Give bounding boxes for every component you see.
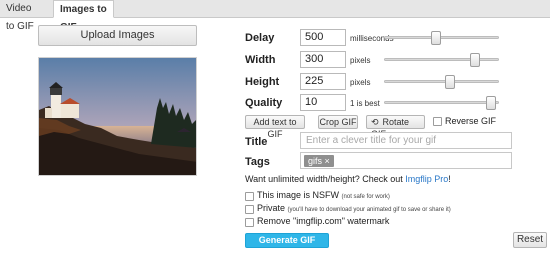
reverse-gif-label: Reverse GIF [445, 116, 497, 126]
slider-track [384, 58, 499, 61]
nsfw-option: This image is NSFW (not safe for work) [257, 190, 390, 200]
height-slider[interactable] [384, 75, 499, 89]
height-unit: pixels [350, 78, 371, 87]
quality-label: Quality [245, 97, 283, 109]
private-checkbox[interactable] [245, 205, 254, 214]
tag-chip[interactable]: gifs × [304, 155, 334, 167]
delay-label: Delay [245, 32, 275, 44]
private-label: Private [257, 203, 286, 213]
slider-thumb[interactable] [486, 96, 496, 110]
slider-track [384, 36, 499, 39]
height-input[interactable]: 225 [300, 73, 346, 90]
height-label: Height [245, 76, 280, 88]
reverse-gif-checkbox[interactable] [433, 117, 442, 126]
tags-input[interactable]: gifs × [300, 152, 512, 169]
crop-gif-button[interactable]: Crop GIF [318, 115, 358, 129]
image-preview [38, 57, 197, 176]
tags-label: Tags [245, 156, 270, 168]
promo-message: Want unlimited width/height? Check out [245, 174, 403, 184]
imgflip-pro-link[interactable]: Imgflip Pro [405, 174, 448, 184]
width-label: Width [245, 54, 276, 66]
slider-track [384, 101, 499, 104]
upload-images-button[interactable]: Upload Images [38, 25, 197, 46]
nsfw-checkbox[interactable] [245, 192, 254, 201]
quality-slider[interactable] [384, 96, 499, 110]
tab-video-to-gif[interactable]: Video to GIF [0, 0, 48, 32]
watermark-checkbox[interactable] [245, 218, 254, 227]
slider-track [384, 80, 499, 83]
nsfw-label: This image is NSFW [257, 190, 340, 200]
private-option: Private (you'll have to download your an… [257, 203, 451, 213]
promo-text: Want unlimited width/height? Check out I… [245, 174, 451, 184]
rotate-icon: ⟲ [371, 117, 379, 127]
promo-suffix: ! [448, 174, 451, 184]
delay-slider[interactable] [384, 31, 499, 45]
width-input[interactable]: 300 [300, 51, 346, 68]
tab-bar: Video to GIF Images to GIF [0, 0, 550, 33]
slider-thumb[interactable] [470, 53, 480, 67]
tab-images-to-gif[interactable]: Images to GIF [53, 0, 114, 33]
title-input[interactable]: Enter a clever title for your gif [300, 132, 512, 149]
nsfw-note: (not safe for work) [341, 194, 390, 200]
lighthouse-image [39, 58, 196, 175]
slider-thumb[interactable] [431, 31, 441, 45]
watermark-label: Remove "imgflip.com" watermark [257, 216, 390, 226]
width-unit: pixels [350, 56, 371, 65]
quality-unit: 1 is best [350, 99, 380, 108]
quality-input[interactable]: 10 [300, 94, 346, 111]
generate-gif-button[interactable]: Generate GIF [245, 233, 329, 248]
delay-input[interactable]: 500 [300, 29, 346, 46]
width-slider[interactable] [384, 53, 499, 67]
private-note: (you'll have to download your animated g… [287, 207, 451, 213]
title-placeholder: Enter a clever title for your gif [306, 135, 437, 146]
reset-button[interactable]: Reset [513, 232, 547, 248]
title-label: Title [245, 136, 268, 148]
add-text-button[interactable]: Add text to GIF [245, 115, 305, 139]
slider-thumb[interactable] [445, 75, 455, 89]
rotate-gif-button[interactable]: ⟲ Rotate GIF [366, 115, 425, 139]
